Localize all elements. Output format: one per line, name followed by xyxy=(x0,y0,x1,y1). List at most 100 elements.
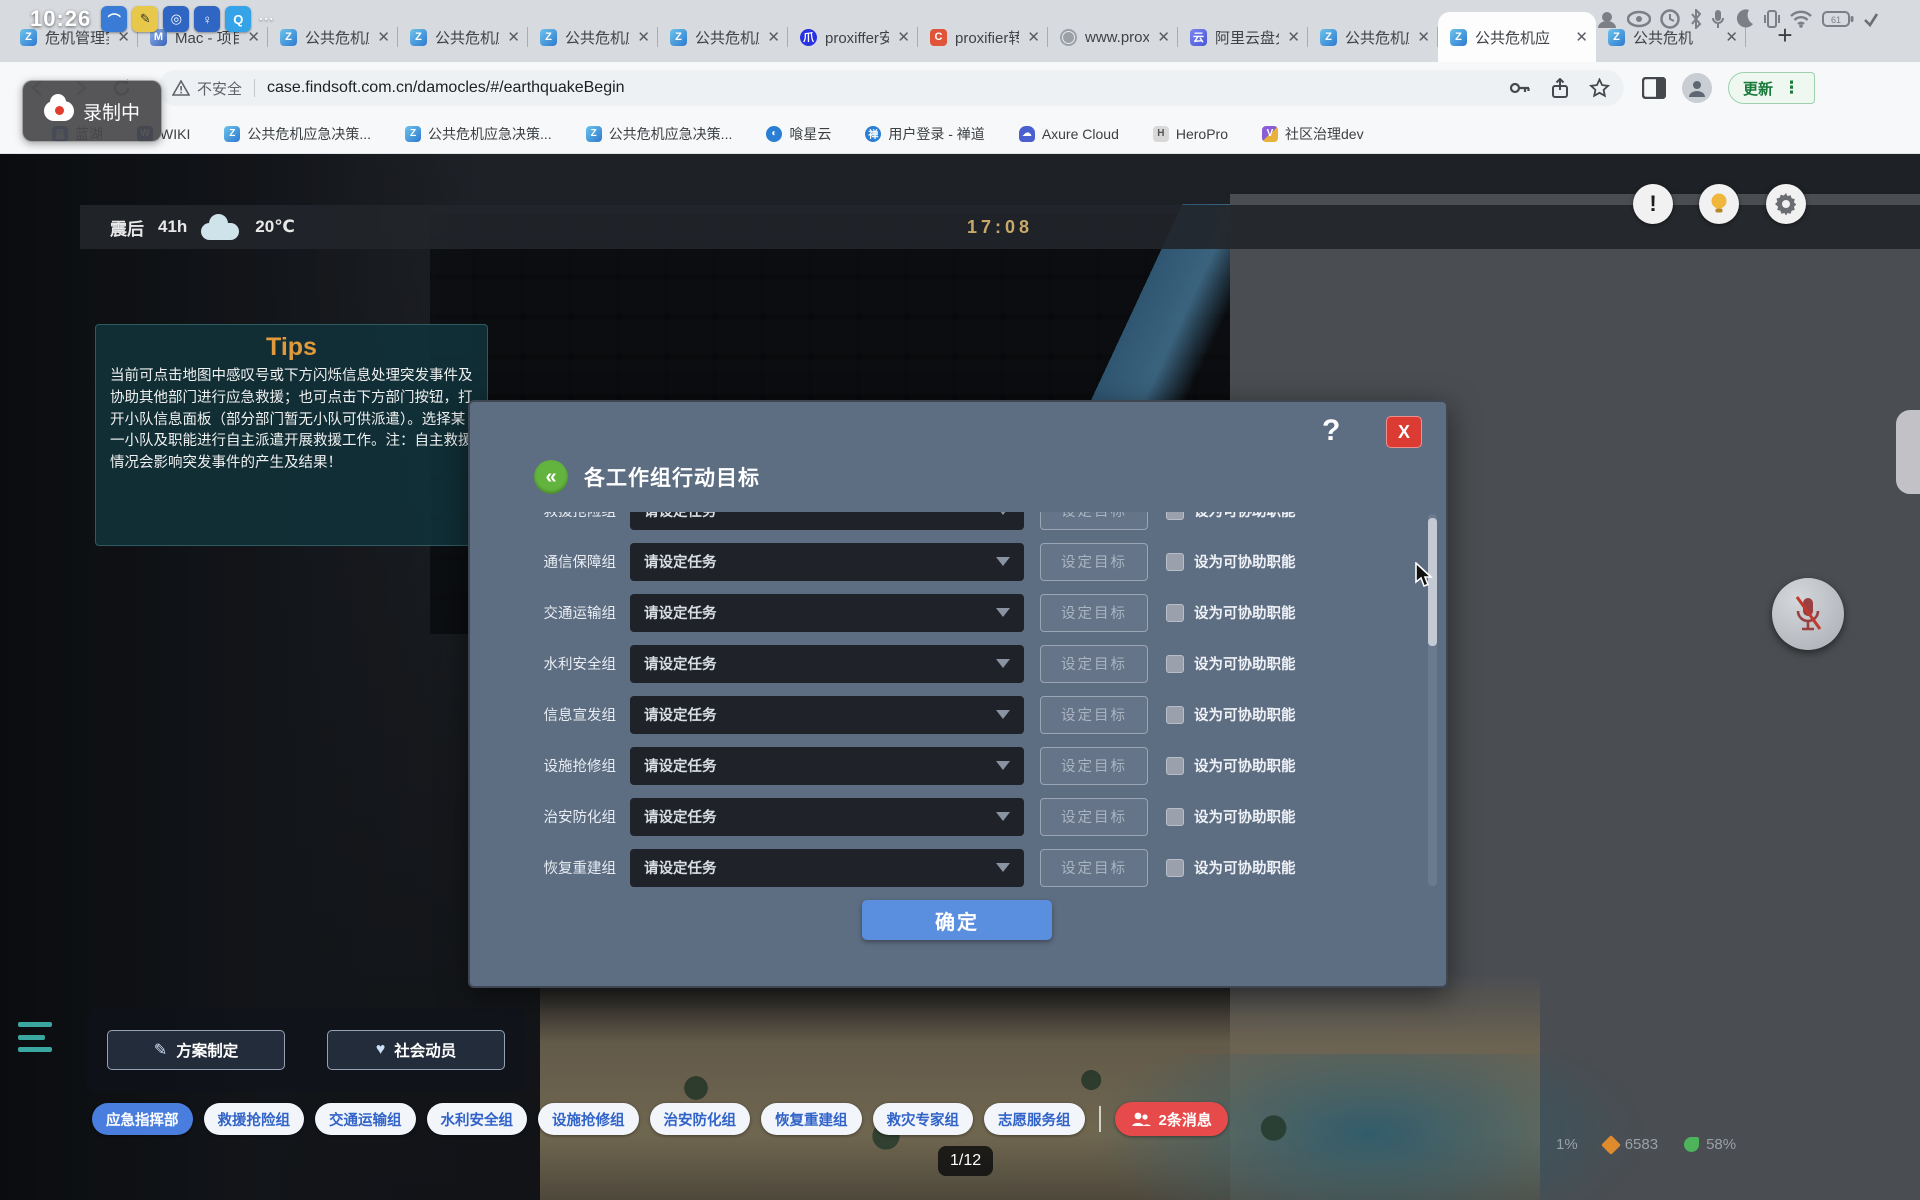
dept-water-safety[interactable]: 水利安全组 xyxy=(427,1103,528,1135)
confirm-button[interactable]: 确定 xyxy=(862,900,1052,940)
moon-icon[interactable] xyxy=(1733,8,1755,30)
messages-button[interactable]: 2条消息 xyxy=(1115,1102,1228,1136)
social-mobilization-button[interactable]: ♥ 社会动员 xyxy=(327,1030,505,1070)
tab-close-icon[interactable]: ✕ xyxy=(1409,28,1430,46)
dept-emergency-hq[interactable]: 应急指挥部 xyxy=(92,1103,193,1135)
binoculars-icon[interactable]: ⌒ xyxy=(101,6,127,32)
dept-transport[interactable]: 交通运输组 xyxy=(315,1103,416,1135)
task-dropdown[interactable]: 请设定任务 xyxy=(630,512,1024,530)
bookmark-item[interactable]: HHeroPro xyxy=(1153,126,1228,142)
dept-reconstruction[interactable]: 恢复重建组 xyxy=(761,1103,862,1135)
tab-close-icon[interactable]: ✕ xyxy=(889,28,910,46)
eye-icon[interactable] xyxy=(1627,10,1651,28)
task-dropdown[interactable]: 请设定任务 xyxy=(630,543,1024,581)
assist-checkbox[interactable] xyxy=(1166,655,1184,673)
collapse-back-icon[interactable]: « xyxy=(534,460,568,494)
set-goal-button[interactable]: 设定目标 xyxy=(1040,849,1148,887)
set-goal-button[interactable]: 设定目标 xyxy=(1040,512,1148,530)
task-dropdown[interactable]: 请设定任务 xyxy=(630,747,1024,785)
set-goal-button[interactable]: 设定目标 xyxy=(1040,543,1148,581)
bluetooth-icon[interactable] xyxy=(1689,9,1703,29)
tab-close-icon[interactable]: ✕ xyxy=(759,28,780,46)
share-icon[interactable] xyxy=(1551,78,1569,99)
task-dropdown[interactable]: 请设定任务 xyxy=(630,798,1024,836)
profile-avatar[interactable] xyxy=(1682,73,1712,103)
search-badge-icon[interactable]: Q xyxy=(225,6,251,32)
browser-tab[interactable]: Z 公共危机应 ✕ xyxy=(528,15,658,59)
assist-checkbox[interactable] xyxy=(1166,604,1184,622)
task-dropdown[interactable]: 请设定任务 xyxy=(630,696,1024,734)
edge-drawer-handle[interactable] xyxy=(1896,410,1920,494)
browser-tab[interactable]: www.prox ✕ xyxy=(1048,15,1178,59)
close-dialog-button[interactable]: X xyxy=(1386,416,1422,448)
browser-tab[interactable]: Z 公共危机应 ✕ xyxy=(658,15,788,59)
assist-checkbox[interactable] xyxy=(1166,757,1184,775)
browser-tab[interactable]: Z 公共危机应 ✕ xyxy=(1308,15,1438,59)
browser-tab[interactable]: C proxifier转 ✕ xyxy=(918,15,1048,59)
side-menu-icon[interactable] xyxy=(18,1022,52,1052)
microphone-button[interactable] xyxy=(1772,578,1844,650)
check-icon[interactable] xyxy=(1863,10,1879,28)
password-key-icon[interactable] xyxy=(1509,78,1531,98)
bulb-badge-icon[interactable]: ♀ xyxy=(194,6,220,32)
hint-bulb-button[interactable] xyxy=(1699,184,1739,224)
update-button[interactable]: 更新 ⋮ xyxy=(1728,72,1815,104)
battery-icon[interactable]: 61 xyxy=(1822,10,1854,28)
browser-tab[interactable]: Z 公共危机应 ✕ xyxy=(268,15,398,59)
bookmark-item[interactable]: Z公共危机应急决策... xyxy=(405,124,552,144)
set-goal-button[interactable]: 设定目标 xyxy=(1040,696,1148,734)
bookmark-item[interactable]: ◐喰星云 xyxy=(766,124,831,144)
bookmark-item[interactable]: V社区治理dev xyxy=(1262,124,1364,144)
dept-disaster-experts[interactable]: 救灾专家组 xyxy=(873,1103,974,1135)
pencil-icon[interactable]: ✎ xyxy=(132,6,158,32)
tab-close-icon[interactable]: ✕ xyxy=(1149,28,1170,46)
set-goal-button[interactable]: 设定目标 xyxy=(1040,798,1148,836)
url-text[interactable]: case.findsoft.com.cn/damocles/#/earthqua… xyxy=(267,79,1497,97)
clock-icon[interactable] xyxy=(1660,9,1680,29)
screen-recording-badge[interactable]: 录制中 xyxy=(22,80,162,142)
tab-close-icon[interactable]: ✕ xyxy=(629,28,650,46)
tab-close-icon[interactable]: ✕ xyxy=(1019,28,1040,46)
tab-close-icon[interactable]: ✕ xyxy=(1279,28,1300,46)
set-goal-button[interactable]: 设定目标 xyxy=(1040,594,1148,632)
side-panel-icon[interactable] xyxy=(1642,77,1666,99)
assist-checkbox[interactable] xyxy=(1166,553,1184,571)
bookmark-star-icon[interactable] xyxy=(1589,78,1610,98)
task-dropdown[interactable]: 请设定任务 xyxy=(630,645,1024,683)
more-icon[interactable]: ⋯ xyxy=(258,9,274,29)
browser-tab[interactable]: Z 公共危机应 ✕ xyxy=(398,15,528,59)
bookmark-item[interactable]: Z公共危机应急决策... xyxy=(224,124,371,144)
assist-checkbox[interactable] xyxy=(1166,859,1184,877)
browser-menu-icon[interactable]: ⋮ xyxy=(1783,85,1800,91)
dept-security[interactable]: 治安防化组 xyxy=(650,1103,751,1135)
tab-close-icon[interactable]: ✕ xyxy=(1567,28,1588,46)
simulation-viewport[interactable]: 震后 41h 20℃ 17:08 ! Tips 当前可点击地图中感叹号或下方闪烁… xyxy=(0,154,1920,1200)
headset-icon[interactable] xyxy=(1596,8,1618,30)
browser-tab-active[interactable]: Z 公共危机应 ✕ xyxy=(1438,12,1596,62)
task-dropdown[interactable]: 请设定任务 xyxy=(630,594,1024,632)
assist-checkbox[interactable] xyxy=(1166,808,1184,826)
help-button[interactable]: ? xyxy=(1322,414,1340,448)
group-rows-scroll-area[interactable]: 救援抢险组 请设定任务 设定目标 设为可协助职能 通信保障组 请设定任务 设定目… xyxy=(470,512,1422,888)
tab-close-icon[interactable]: ✕ xyxy=(499,28,520,46)
bookmark-item[interactable]: Z公共危机应急决策... xyxy=(586,124,733,144)
tab-close-icon[interactable]: ✕ xyxy=(1717,28,1738,46)
alerts-button[interactable]: ! xyxy=(1633,184,1673,224)
compass-icon[interactable]: ◎ xyxy=(163,6,189,32)
address-bar[interactable]: 不安全 case.findsoft.com.cn/damocles/#/eart… xyxy=(158,70,1624,106)
dept-facility-repair[interactable]: 设施抢修组 xyxy=(538,1103,639,1135)
vibrate-icon[interactable] xyxy=(1764,9,1780,29)
assist-checkbox[interactable] xyxy=(1166,706,1184,724)
settings-gear-button[interactable] xyxy=(1766,184,1806,224)
set-goal-button[interactable]: 设定目标 xyxy=(1040,747,1148,785)
set-goal-button[interactable]: 设定目标 xyxy=(1040,645,1148,683)
tab-close-icon[interactable]: ✕ xyxy=(369,28,390,46)
assist-checkbox[interactable] xyxy=(1166,512,1184,520)
bookmark-item[interactable]: ☁Axure Cloud xyxy=(1019,126,1119,142)
wifi-icon[interactable] xyxy=(1789,10,1813,28)
dept-volunteers[interactable]: 志愿服务组 xyxy=(984,1103,1085,1135)
task-dropdown[interactable]: 请设定任务 xyxy=(630,849,1024,887)
dept-rescue[interactable]: 救援抢险组 xyxy=(204,1103,305,1135)
bookmark-item[interactable]: 禅用户登录 - 禅道 xyxy=(865,124,984,144)
plan-making-button[interactable]: ✎ 方案制定 xyxy=(107,1030,285,1070)
